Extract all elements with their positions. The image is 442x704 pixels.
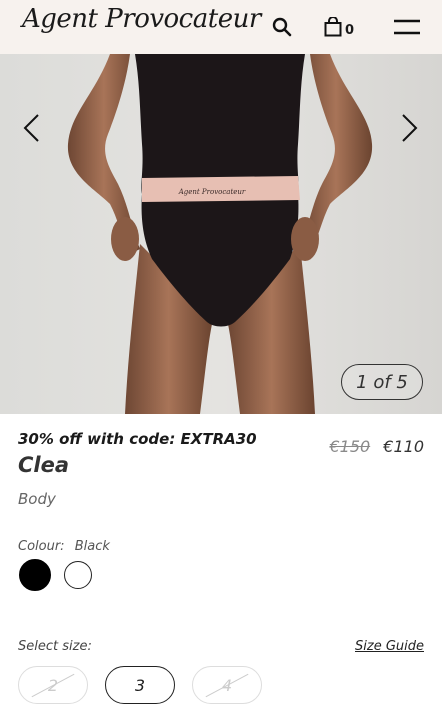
colour-label: Colour: — [18, 539, 65, 554]
next-image-arrow-icon[interactable] — [399, 112, 421, 148]
price-block: €150 €110 — [329, 437, 424, 456]
size-option-4[interactable]: 4 — [192, 666, 262, 704]
previous-image-arrow-icon[interactable] — [20, 112, 42, 148]
size-option-2[interactable]: 2 — [18, 666, 88, 704]
swatch-black[interactable] — [19, 559, 51, 591]
shopping-bag-button[interactable]: 0 — [324, 0, 354, 54]
original-price: €150 — [329, 437, 371, 456]
sale-price: €110 — [383, 437, 424, 456]
image-counter: 1 of 5 — [341, 364, 423, 400]
search-icon[interactable] — [272, 0, 292, 54]
product-image: Agent Provocateur — [67, 54, 373, 414]
menu-icon[interactable] — [394, 0, 420, 54]
selected-colour: Black — [74, 539, 110, 554]
size-guide-link[interactable]: Size Guide — [355, 639, 424, 654]
colour-row: Colour: Black — [18, 539, 110, 554]
swatch-white[interactable] — [64, 561, 92, 589]
promo-text: 30% off with code: EXTRA30 — [18, 430, 257, 448]
site-header: Agent Provocateur 0 — [0, 0, 442, 54]
product-category: Body — [18, 490, 56, 508]
shopping-bag-icon — [324, 17, 342, 37]
bag-count: 0 — [345, 22, 355, 38]
waistband-logo: Agent Provocateur — [178, 188, 246, 196]
product-image-carousel[interactable]: Agent Provocateur 1 of 5 — [0, 54, 442, 414]
size-option-3[interactable]: 3 — [105, 666, 175, 704]
product-name: Clea — [18, 453, 70, 477]
brand-logo[interactable]: Agent Provocateur — [22, 4, 261, 34]
size-label: Select size: — [18, 639, 92, 654]
